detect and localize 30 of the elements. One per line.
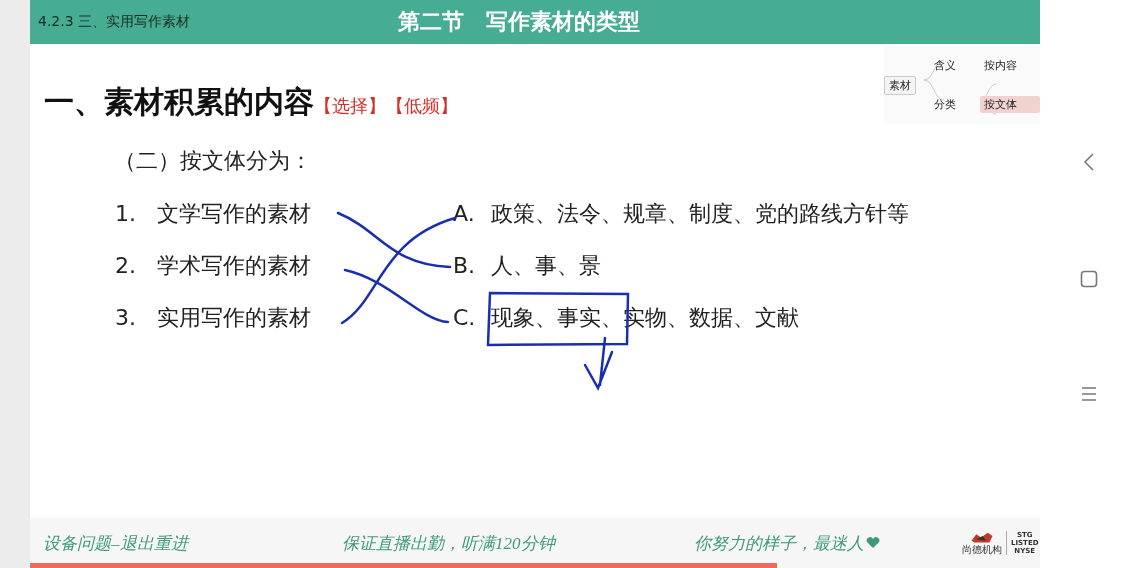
option-letter: A. <box>453 200 476 228</box>
item-number: 3. <box>115 304 137 332</box>
section-label: 4.2.3 三、实用写作素材 <box>37 13 192 31</box>
back-icon[interactable] <box>1081 152 1096 172</box>
tag-label: 【选择】 <box>314 94 386 118</box>
option-letter: B. <box>453 252 477 280</box>
map-label: 按内容 <box>983 58 1018 74</box>
subheading: （二）按文体分为： <box>114 147 313 175</box>
map-node: 按文体 <box>980 96 1040 113</box>
slide-title: 第二节 写作素材的类型 <box>398 8 640 36</box>
heart-icon <box>866 537 880 549</box>
slide-heading: 一、素材积累的内容 <box>44 83 314 121</box>
item-text: 学术写作的素材 <box>157 252 312 280</box>
home-icon[interactable] <box>1079 270 1098 288</box>
notice-text: 保证直播出勤，听满120分钟 <box>342 532 558 555</box>
menu-icon[interactable] <box>1079 386 1098 402</box>
map-label: 分类 <box>933 97 957 113</box>
option-text: 人、事、景 <box>491 252 602 280</box>
logo-name: 尚德机构 <box>962 544 1002 555</box>
notice-text: 设备问题–退出重进 <box>43 532 191 555</box>
item-number: 1. <box>115 200 137 228</box>
option-letter: C. <box>453 304 477 332</box>
item-text: 文学写作的素材 <box>157 200 312 228</box>
notice-text: 你努力的样子，最迷人 <box>694 532 864 555</box>
map-node: 素材 <box>884 75 916 95</box>
tag-label: 【低频】 <box>386 94 458 118</box>
map-label: 含义 <box>933 58 957 74</box>
item-number: 2. <box>115 252 137 280</box>
item-text: 实用写作的素材 <box>157 304 312 332</box>
option-text: 政策、法令、规章、制度、党的路线方针等 <box>491 200 910 228</box>
